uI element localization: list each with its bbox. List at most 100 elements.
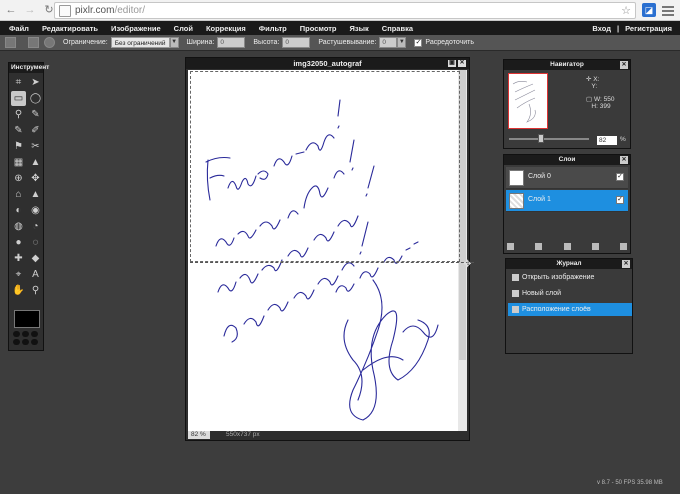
tool-button-icon[interactable]: ✚ (11, 251, 26, 266)
layer-style-icon[interactable] (563, 243, 571, 250)
tool-button-icon[interactable]: ◉ (28, 203, 43, 218)
tool-button-icon[interactable]: ✂ (28, 139, 43, 154)
document-title: img32050_autograf ▣ ✕ (186, 58, 469, 69)
menu-item[interactable]: Фильтр (259, 24, 287, 33)
tool-button-icon[interactable]: ◌ (28, 235, 43, 250)
tool-button-icon[interactable]: ◍ (11, 219, 26, 234)
register-link[interactable]: Регистрация (625, 24, 672, 33)
close-icon[interactable]: ✕ (622, 260, 630, 268)
height-input[interactable]: 0 (282, 37, 311, 48)
tool-button-icon[interactable]: A (28, 267, 43, 282)
navigator-coords: ✛ X: Y: ▢ W: 550 H: 399 (586, 76, 615, 110)
menu-separator: | (616, 23, 620, 33)
tool-button-icon[interactable]: ✎ (28, 107, 43, 122)
width-label: Ширина: (186, 39, 215, 46)
navigator-thumbnail[interactable] (508, 73, 548, 129)
extension-icon[interactable]: ◪ (642, 3, 656, 17)
forward-arrow-icon[interactable]: → (22, 2, 38, 18)
layer-mask-icon[interactable] (535, 243, 543, 250)
tool-button-icon[interactable]: ✋ (11, 283, 26, 298)
back-arrow-icon[interactable]: ← (3, 2, 19, 18)
tool-button-icon[interactable]: ✎ (11, 123, 26, 138)
layer-settings-icon[interactable] (507, 243, 514, 250)
version-info: v 8.7 - 50 FPS 35.98 MB (597, 480, 663, 486)
history-item[interactable]: Открыть изображение (508, 271, 632, 284)
tool-button-icon[interactable]: ● (11, 235, 26, 250)
tool-button-icon[interactable]: ⌂ (11, 187, 26, 202)
layer-actions (507, 243, 627, 250)
close-icon[interactable]: ✕ (620, 61, 628, 69)
layer-thumbnail (509, 193, 524, 209)
height-label: Высота: (253, 39, 280, 46)
tool-button-icon[interactable]: ✥ (28, 171, 43, 186)
antialias-checkbox[interactable]: ✓ (414, 38, 423, 47)
menu-item[interactable]: Язык (350, 24, 369, 33)
menu-item[interactable]: Файл (9, 24, 29, 33)
history-item-selected[interactable]: Расположение слоёв (508, 303, 632, 316)
document-window: img32050_autograf ▣ ✕ 82 % 550x737 px (185, 57, 474, 441)
tool-button-icon[interactable]: ▦ (11, 155, 26, 170)
tool-button-icon[interactable]: ▲ (28, 155, 43, 170)
menu-item[interactable]: Изображение (111, 24, 161, 33)
document-title-text: img32050_autograf (293, 59, 362, 68)
layer-name: Слой 1 (528, 196, 551, 203)
history-item[interactable]: Новый слой (508, 287, 632, 300)
menu-item[interactable]: Справка (382, 24, 413, 33)
tool-button-icon[interactable]: ⚑ (11, 139, 26, 154)
tool-button-icon[interactable]: ⌗ (11, 75, 26, 90)
zoom-field[interactable]: 82 % (188, 430, 210, 439)
layer-visibility-checkbox[interactable]: ✓ (616, 173, 624, 181)
rect-select-icon[interactable] (28, 37, 39, 48)
menu-item[interactable]: Коррекция (206, 24, 246, 33)
document-statusbar: 82 % 550x737 px (188, 430, 468, 439)
delete-layer-icon[interactable] (620, 243, 627, 250)
close-icon[interactable]: ✕ (458, 60, 466, 67)
zoom-slider-handle[interactable] (538, 134, 544, 143)
chevron-down-icon[interactable]: ▼ (397, 37, 407, 48)
tool-button-icon[interactable]: ⚲ (11, 107, 26, 122)
feather-label: Растушевывание: (318, 39, 377, 46)
tool-button-icon[interactable]: ▲ (28, 187, 43, 202)
selection-edge (190, 262, 474, 263)
history-item-icon (512, 306, 519, 313)
url-text: pixlr.com/editor/ (75, 5, 146, 16)
menu-icon[interactable] (662, 4, 674, 16)
zoom-slider[interactable] (509, 138, 589, 140)
menu-item[interactable]: Редактировать (42, 24, 98, 33)
chevron-down-icon[interactable]: ▼ (169, 37, 179, 48)
tool-button-icon[interactable]: ➤ (28, 75, 43, 90)
color-swatch[interactable] (14, 310, 40, 328)
navigator-title: Навигатор ✕ (504, 60, 630, 70)
tool-button-icon[interactable]: ◔ (28, 219, 43, 234)
constraint-select[interactable]: Без ограничений (110, 37, 170, 48)
new-layer-icon[interactable] (591, 243, 599, 250)
login-link[interactable]: Вход (592, 24, 611, 33)
address-bar[interactable]: pixlr.com/editor/ ☆ (54, 2, 636, 19)
navigator-zoom-input[interactable]: 82 (597, 136, 617, 145)
menu-item[interactable]: Слой (174, 24, 193, 33)
tool-button-icon[interactable]: ◐ (11, 203, 26, 218)
width-input[interactable]: 0 (217, 37, 246, 48)
layer-row[interactable]: Слой 0 ✓ (506, 167, 628, 189)
close-icon[interactable]: ✕ (620, 156, 628, 164)
tool-button-icon[interactable]: ◯ (28, 91, 43, 106)
tool-button-icon[interactable]: ⌖ (11, 267, 26, 282)
menu-item[interactable]: Просмотр (300, 24, 337, 33)
layer-thumbnail (509, 170, 524, 186)
ellipse-select-icon[interactable] (44, 37, 55, 48)
star-icon[interactable]: ☆ (621, 4, 631, 17)
tool-button-icon[interactable]: ◆ (28, 251, 43, 266)
tool-button-icon[interactable]: ⚲ (28, 283, 43, 298)
palette-dots[interactable] (13, 331, 38, 345)
auth-links: Вход | Регистрация (586, 21, 672, 35)
layer-visibility-checkbox[interactable]: ✓ (616, 196, 624, 204)
tool-options-bar: Ограничение: Без ограничений ▼ Ширина: 0… (0, 35, 680, 51)
layers-title: Слои ✕ (504, 155, 630, 165)
feather-input[interactable]: 0 (379, 37, 398, 48)
tool-button-icon[interactable]: ⊕ (11, 171, 26, 186)
scroll-thumb[interactable] (459, 70, 466, 360)
maximize-icon[interactable]: ▣ (448, 60, 456, 67)
layer-row-selected[interactable]: Слой 1 ✓ (506, 190, 628, 212)
tool-button-icon[interactable]: ▭ (11, 91, 26, 106)
tool-button-icon[interactable]: ✐ (28, 123, 43, 138)
